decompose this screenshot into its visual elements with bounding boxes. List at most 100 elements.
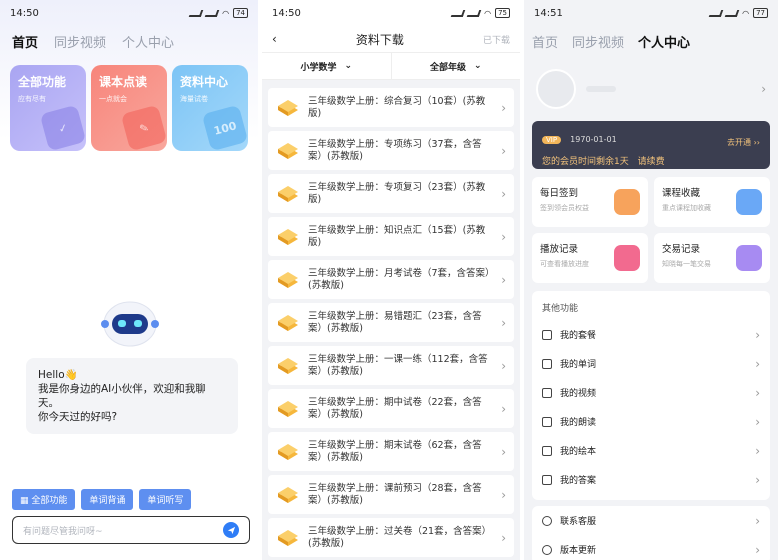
page-title: 资料下载 bbox=[355, 32, 404, 47]
resource-row[interactable]: 三年级数学上册：过关卷（21套，含答案）(苏教版) › bbox=[268, 518, 514, 557]
tab-sync-video[interactable]: 同步视频 bbox=[54, 32, 106, 51]
tab-home[interactable]: 首页 bbox=[532, 32, 558, 51]
book-stack-icon bbox=[278, 142, 298, 159]
avatar[interactable] bbox=[536, 69, 576, 109]
other-functions-list: 我的套餐 › 我的单词 › 我的视频 › 我的朗读 › 我的绘本 › 我的答案 › bbox=[542, 320, 760, 494]
card-resource-center[interactable]: 资料中心 海量试卷 100 bbox=[172, 65, 248, 151]
tab-profile[interactable]: 个人中心 bbox=[638, 32, 690, 51]
menu-item-words[interactable]: 我的单词 › bbox=[542, 349, 760, 378]
grid-transaction-records[interactable]: 交易记录 知晓每一笔交易 bbox=[654, 233, 770, 283]
chevron-right-icon: › bbox=[755, 443, 760, 458]
resource-row[interactable]: 三年级数学上册：知识点汇（15套）(苏教版) › bbox=[268, 217, 514, 256]
book-stack-icon bbox=[278, 357, 298, 374]
other-functions: 其他功能 我的套餐 › 我的单词 › 我的视频 › 我的朗读 › 我的绘本 › 我的答案 › bbox=[532, 291, 770, 500]
grade-filter[interactable]: 全部年级 ⌄ bbox=[392, 53, 521, 79]
profile-header[interactable]: › bbox=[524, 57, 778, 121]
grade-filter-label: 全部年级 bbox=[429, 62, 466, 73]
tab-home[interactable]: 首页 bbox=[12, 32, 38, 51]
wifi-icon: ◠ bbox=[222, 8, 230, 18]
chevron-right-icon: › bbox=[501, 530, 506, 545]
menu-item-label: 我的视频 bbox=[560, 389, 597, 399]
headset-icon bbox=[542, 515, 552, 526]
quick-word-dictation-button[interactable]: 单词听写 bbox=[139, 489, 192, 510]
status-icons: ◠ 74 bbox=[188, 8, 248, 18]
chevron-right-icon: › bbox=[501, 487, 506, 502]
menu-item-label: 我的套餐 bbox=[560, 331, 597, 341]
resource-title: 三年级数学上册：知识点汇（15套）(苏教版) bbox=[308, 224, 486, 248]
book-stack-icon bbox=[278, 314, 298, 331]
menu-item-label: 我的朗读 bbox=[560, 418, 597, 428]
vip-activate-button[interactable]: 去开通 ›› bbox=[727, 137, 760, 148]
menu-item-answers[interactable]: 我的答案 › bbox=[542, 465, 760, 494]
card-title: 课本点读 bbox=[99, 75, 148, 89]
resource-row[interactable]: 三年级数学上册：一课一练（112套，含答案）(苏教版) › bbox=[268, 346, 514, 385]
resource-row[interactable]: 三年级数学上册：期中试卷（22套，含答案）(苏教版) › bbox=[268, 389, 514, 428]
resource-row[interactable]: 三年级数学上册：专项练习（37套，含答案）(苏教版) › bbox=[268, 131, 514, 170]
chevron-right-icon: › bbox=[501, 229, 506, 244]
resource-title: 三年级数学上册：过关卷（21套，含答案）(苏教版) bbox=[308, 525, 492, 549]
send-icon[interactable] bbox=[223, 522, 239, 538]
chevron-right-icon: › bbox=[755, 327, 760, 342]
status-time: 14:50 bbox=[10, 7, 39, 19]
chat-area: Hello👋 我是你身边的AI小伙伴，欢迎和我聊天。 你今天过的好吗? ▦ 全部… bbox=[0, 156, 258, 560]
chevron-right-icon: › bbox=[755, 414, 760, 429]
book-stack-icon bbox=[278, 486, 298, 503]
quick-all-features-button[interactable]: ▦ 全部功能 bbox=[12, 489, 76, 510]
pen-icon: ✎ bbox=[120, 104, 167, 151]
card-title: 资料中心 bbox=[180, 75, 229, 89]
menu-item-reading[interactable]: 我的朗读 › bbox=[542, 407, 760, 436]
wifi-icon: ◠ bbox=[742, 8, 750, 18]
book-stack-icon bbox=[278, 99, 298, 116]
menu-item-customer-service[interactable]: 联系客服 › bbox=[542, 506, 760, 535]
resource-row[interactable]: 三年级数学上册：期末试卷（62套，含答案）(苏教版) › bbox=[268, 432, 514, 471]
home-screen: 14:50 ◠ 74 首页 同步视频 个人中心 全部功能 应有尽有 ✓ 课本点读… bbox=[0, 0, 258, 560]
package-icon bbox=[542, 329, 552, 340]
grid-course-favorites[interactable]: 课程收藏 重点课程加收藏 bbox=[654, 177, 770, 227]
resource-title: 三年级数学上册：专项练习（37套，含答案）(苏教版) bbox=[308, 138, 482, 162]
quick-word-recite-button[interactable]: 单词背诵 bbox=[81, 489, 134, 510]
resource-row[interactable]: 三年级数学上册：专项复习（23套）(苏教版) › bbox=[268, 174, 514, 213]
robot-mascot-icon bbox=[101, 301, 159, 347]
card-textbook-reading[interactable]: 课本点读 一点就会 ✎ bbox=[91, 65, 167, 151]
chevron-right-icon: › bbox=[501, 358, 506, 373]
card-subtitle: 一点就会 bbox=[99, 95, 127, 103]
signal-icon bbox=[188, 9, 204, 17]
book-stack-icon bbox=[278, 271, 298, 288]
resource-row[interactable]: 三年级数学上册：易错题汇（23套，含答案）(苏教版) › bbox=[268, 303, 514, 342]
resource-row[interactable]: 三年级数学上册：月考试卷（7套，含答案）(苏教版) › bbox=[268, 260, 514, 299]
signal-icon bbox=[450, 9, 466, 17]
back-icon[interactable]: ‹ bbox=[272, 32, 277, 46]
subject-filter[interactable]: 小学数学 ⌄ bbox=[262, 53, 392, 79]
menu-item-package[interactable]: 我的套餐 › bbox=[542, 320, 760, 349]
menu-item-label: 我的绘本 bbox=[560, 447, 597, 457]
menu-item-version-update[interactable]: 版本更新 › bbox=[542, 535, 760, 560]
menu-item-videos[interactable]: 我的视频 › bbox=[542, 378, 760, 407]
chat-input[interactable]: 有问题尽管我问呀~ bbox=[12, 516, 250, 544]
signal-icon-2 bbox=[724, 9, 740, 17]
top-tabs: 首页 同步视频 个人中心 bbox=[0, 26, 258, 57]
card-all-features[interactable]: 全部功能 应有尽有 ✓ bbox=[10, 65, 86, 151]
grid-play-history[interactable]: 播放记录 可查看播放进度 bbox=[532, 233, 648, 283]
resource-row[interactable]: 三年级数学上册：课前预习（28套，含答案）(苏教版) › bbox=[268, 475, 514, 514]
tab-sync-video[interactable]: 同步视频 bbox=[572, 32, 624, 51]
chevron-down-icon: ⌄ bbox=[473, 61, 482, 71]
menu-item-picture-book[interactable]: 我的绘本 › bbox=[542, 436, 760, 465]
greeting-line-3: 你今天过的好吗? bbox=[38, 411, 118, 423]
tab-profile[interactable]: 个人中心 bbox=[122, 32, 174, 51]
chevron-right-icon: › bbox=[501, 401, 506, 416]
vip-card[interactable]: VIP 1970-01-01 您的会员时间剩余1天 请续费 去开通 ›› bbox=[532, 121, 770, 169]
status-bar: 14:50 ◠ 75 bbox=[262, 0, 520, 26]
status-bar: 14:51 ◠ 77 bbox=[524, 0, 778, 26]
grid-daily-checkin[interactable]: 每日签到 签到领会员权益 bbox=[532, 177, 648, 227]
score-icon: 100 bbox=[201, 104, 248, 151]
downloaded-link[interactable]: 已下载 bbox=[483, 33, 510, 46]
greeting-line-2: 我是你身边的AI小伙伴，欢迎和我聊天。 bbox=[38, 383, 206, 409]
vip-remaining: 您的会员时间剩余1天 请续费 bbox=[542, 154, 760, 167]
check-icon: ✓ bbox=[39, 104, 86, 151]
vip-date: 1970-01-01 bbox=[570, 135, 617, 144]
resource-row[interactable]: 三年级数学上册：综合复习（10套）(苏教版) › bbox=[268, 88, 514, 127]
status-time: 14:50 bbox=[272, 7, 301, 19]
resource-title: 三年级数学上册：综合复习（10套）(苏教版) bbox=[308, 95, 486, 119]
answers-icon bbox=[542, 474, 552, 485]
status-icons: ◠ 77 bbox=[708, 8, 768, 18]
